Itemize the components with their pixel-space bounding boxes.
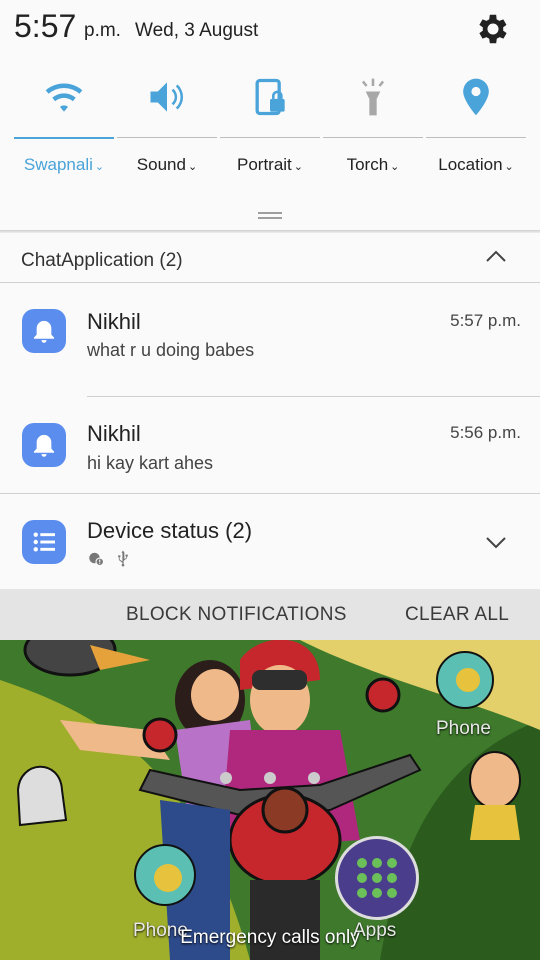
notification-group-header[interactable]: ChatApplication (2)	[0, 236, 540, 283]
lockscreen-wallpaper: Phone Phone Apps	[0, 640, 540, 960]
chevron-down-icon: ⌄	[187, 161, 198, 173]
clock-ampm: p.m.	[84, 20, 121, 41]
notification-time: 5:56 p.m.	[450, 423, 521, 442]
date-text: Wed, 3 August	[135, 20, 259, 41]
quick-panel: 5:57 p.m. Wed, 3 August Swapnali ⌄ Sound ⌄	[0, 0, 540, 230]
notification-actions-bar: BLOCK NOTIFICATIONS CLEAR ALL	[0, 589, 540, 640]
torch-icon	[361, 78, 385, 116]
chevron-down-icon[interactable]	[484, 535, 508, 551]
cartoon-wallpaper	[0, 640, 540, 960]
bell-icon	[33, 434, 55, 457]
device-status-title: Device status (2)	[87, 518, 253, 543]
rotation-lock-icon	[255, 78, 285, 116]
phone-shortcut-label-top: Phone	[436, 718, 491, 739]
device-status-app-icon	[22, 520, 66, 564]
qs-portrait-label: Portrait	[236, 155, 292, 174]
qs-location-label: Location	[438, 155, 503, 174]
qs-wifi-label: Swapnali	[23, 155, 93, 174]
location-pin-icon	[463, 78, 489, 116]
qs-sound-indicator	[117, 137, 217, 138]
clear-all-button[interactable]: CLEAR ALL	[405, 604, 509, 626]
apps-grid-icon	[357, 858, 397, 898]
panel-drag-handle[interactable]	[258, 212, 282, 220]
notification-title: Nikhil	[87, 309, 141, 334]
device-status-notification[interactable]: Device status (2)	[0, 493, 540, 590]
notification-item[interactable]: Nikhil hi kay kart ahes 5:56 p.m.	[0, 397, 540, 493]
qs-wifi-indicator	[14, 137, 114, 139]
app-icon	[22, 423, 66, 467]
chevron-down-icon: ⌄	[390, 161, 400, 173]
qs-torch-indicator	[323, 137, 423, 138]
volume-icon	[150, 82, 184, 112]
panel-divider	[0, 230, 540, 233]
chevron-up-icon[interactable]	[484, 248, 508, 264]
app-icon	[22, 309, 66, 353]
group-title: ChatApplication (2)	[21, 250, 183, 271]
emergency-calls-text: Emergency calls only	[180, 927, 360, 948]
clock-time: 5:57	[14, 8, 77, 44]
qs-portrait-indicator	[220, 137, 320, 138]
qs-sound-label: Sound	[136, 155, 186, 174]
qs-wifi-toggle[interactable]: Swapnali ⌄	[14, 75, 114, 185]
bell-icon	[33, 320, 55, 343]
notification-time: 5:57 p.m.	[450, 311, 521, 330]
settings-alert-icon	[89, 552, 105, 567]
qs-torch-label: Torch	[346, 155, 389, 174]
apps-shortcut-icon[interactable]	[335, 836, 419, 920]
notification-item[interactable]: Nikhil what r u doing babes 5:57 p.m.	[0, 283, 540, 397]
quick-settings-row: Swapnali ⌄ Sound ⌄ Portrait ⌄ Torch ⌄ Lo…	[0, 75, 540, 185]
chevron-down-icon: ⌄	[94, 161, 105, 173]
wifi-icon	[45, 83, 83, 112]
qs-portrait-toggle[interactable]: Portrait ⌄	[220, 75, 320, 185]
notification-text: hi kay kart ahes	[87, 453, 214, 473]
chevron-down-icon: ⌄	[504, 161, 514, 173]
usb-icon	[118, 550, 128, 567]
notification-text: what r u doing babes	[87, 340, 255, 360]
qs-location-indicator	[426, 137, 526, 138]
notification-title: Nikhil	[87, 421, 141, 446]
qs-sound-toggle[interactable]: Sound ⌄	[117, 75, 217, 185]
list-icon	[33, 532, 55, 552]
block-notifications-button[interactable]: BLOCK NOTIFICATIONS	[126, 604, 347, 626]
gear-icon[interactable]	[474, 10, 512, 48]
qs-torch-toggle[interactable]: Torch ⌄	[323, 75, 423, 185]
qs-location-toggle[interactable]: Location ⌄	[426, 75, 526, 185]
chevron-down-icon: ⌄	[293, 161, 303, 173]
